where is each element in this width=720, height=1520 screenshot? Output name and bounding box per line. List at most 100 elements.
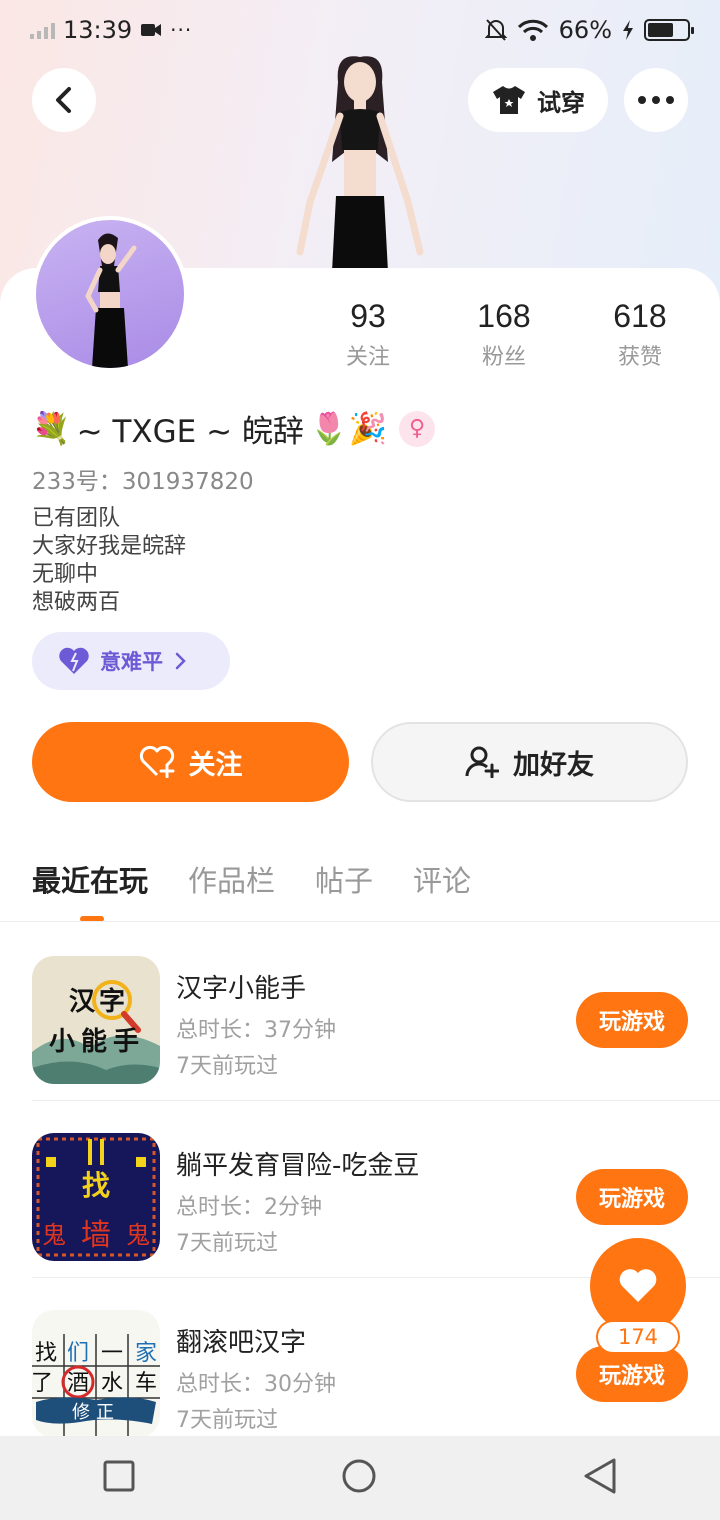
icon-text: 们 <box>67 1341 89 1366</box>
icon-text: 能 <box>81 1026 107 1057</box>
icon-text: 字 <box>99 986 125 1017</box>
status-time: 13:39 <box>63 16 133 44</box>
name-emoji: 🌷🎉 <box>309 411 388 447</box>
charging-icon <box>623 20 633 40</box>
tshirt-icon <box>493 86 525 114</box>
game-list-item[interactable]: 汉 字 小 能 手 汉字小能手 总时长：37分钟 7天前玩过 玩游戏 <box>32 924 720 1101</box>
icon-text: 修正 <box>72 1402 120 1423</box>
video-icon <box>141 24 162 36</box>
avatar[interactable] <box>32 216 188 372</box>
status-more-icon: ··· <box>170 18 193 42</box>
female-gender-icon: ♀ <box>399 410 436 447</box>
icon-text: 墙 <box>81 1218 111 1253</box>
stat-label: 关注 <box>345 345 390 370</box>
team-label: 意难平 <box>100 650 163 674</box>
game-icon-lying-flat: 找 鬼 墙 鬼 <box>32 1133 160 1261</box>
chevron-left-icon <box>56 87 71 113</box>
home-button[interactable] <box>341 1458 377 1498</box>
icon-text: 找 <box>82 1169 110 1202</box>
square-icon <box>103 1460 135 1492</box>
status-bar: 13:39 ··· 66% <box>0 0 720 60</box>
bio-line: 想破两百 <box>32 590 121 615</box>
follow-label: 关注 <box>188 749 243 781</box>
profile-tabs: 最近在玩 作品栏 帖子 评论 <box>32 858 471 900</box>
icon-text: 鬼 <box>42 1221 66 1249</box>
try-on-button[interactable]: 试穿 <box>468 68 608 132</box>
heart-icon <box>59 647 89 674</box>
icon-text: 小 <box>49 1027 75 1057</box>
bouquet-emoji: 💐 <box>32 411 71 447</box>
icon-text: 鬼 <box>126 1221 150 1249</box>
stat-likes[interactable]: 618 获赞 <box>572 298 708 371</box>
icon-text: 车 <box>135 1371 157 1396</box>
follow-button[interactable]: 关注 <box>32 722 349 802</box>
stat-value: 618 <box>613 298 667 334</box>
heart-plus-icon <box>139 746 174 778</box>
bio-line: 已有团队 <box>32 506 121 531</box>
system-nav-bar <box>0 1436 720 1520</box>
heart-icon <box>619 1269 657 1302</box>
team-chip[interactable]: 意难平 <box>32 632 230 690</box>
game-duration: 总时长：30分钟 <box>176 1372 336 1397</box>
icon-text: 汉 <box>69 987 96 1017</box>
chevron-right-icon <box>175 652 186 670</box>
battery-percent: 66% <box>558 16 612 44</box>
tab-posts[interactable]: 帖子 <box>315 858 373 900</box>
stat-label: 获赞 <box>617 345 662 370</box>
game-icon-hanzi-master: 汉 字 小 能 手 <box>32 956 160 1084</box>
icon-text: 一 <box>101 1341 123 1366</box>
circle-icon <box>342 1459 376 1493</box>
tab-comments[interactable]: 评论 <box>413 858 471 900</box>
tab-recently-played[interactable]: 最近在玩 <box>32 858 148 900</box>
username-row: 💐 ~ TXGE ~ 皖辞 🌷🎉 ♀ <box>32 406 436 451</box>
game-last-played: 7天前玩过 <box>176 1054 278 1079</box>
tab-works[interactable]: 作品栏 <box>188 858 275 900</box>
username: ~ TXGE ~ 皖辞 <box>76 414 304 450</box>
profile-stats: 93 关注 168 粉丝 618 获赞 <box>300 298 720 371</box>
icon-text: 找 <box>35 1341 57 1366</box>
add-friend-label: 加好友 <box>513 749 594 781</box>
more-dots-icon <box>638 96 674 104</box>
tabs-divider <box>0 921 720 922</box>
avatar-figure <box>85 233 137 368</box>
game-duration: 总时长：37分钟 <box>176 1018 336 1043</box>
like-count: 174 <box>596 1320 680 1354</box>
play-game-button[interactable]: 玩游戏 <box>576 1346 688 1402</box>
add-friend-button[interactable]: 加好友 <box>371 722 688 802</box>
game-last-played: 7天前玩过 <box>176 1408 278 1433</box>
play-game-button[interactable]: 玩游戏 <box>576 1169 688 1225</box>
icon-text: 水 <box>101 1371 123 1396</box>
bio-line: 无聊中 <box>32 562 99 587</box>
play-game-button[interactable]: 玩游戏 <box>576 992 688 1048</box>
icon-text: 手 <box>113 1027 139 1057</box>
game-last-played: 7天前玩过 <box>176 1231 278 1256</box>
character-figure <box>296 56 424 272</box>
stat-label: 粉丝 <box>481 345 526 370</box>
icon-text: 家 <box>135 1341 157 1366</box>
stat-following[interactable]: 93 关注 <box>300 298 436 371</box>
stat-followers[interactable]: 168 粉丝 <box>436 298 572 371</box>
game-title: 躺平发育冒险-吃金豆 <box>176 1151 420 1181</box>
mute-bell-icon <box>484 19 507 41</box>
icon-text: 了 <box>32 1371 53 1396</box>
bio-line: 大家好我是皖辞 <box>32 534 187 559</box>
battery-icon <box>644 19 694 41</box>
signal-icon <box>30 21 55 39</box>
user-id: 233号：301937820 <box>32 469 254 495</box>
game-icon-roll-hanzi: 找 们 一 家 了 酒 水 车 修正 <box>32 1310 160 1438</box>
back-nav-button[interactable] <box>583 1457 617 1499</box>
wifi-icon <box>517 19 548 41</box>
back-button[interactable] <box>32 68 96 132</box>
recent-apps-button[interactable] <box>103 1460 135 1496</box>
add-user-icon <box>465 746 499 778</box>
bio: 已有团队 大家好我是皖辞 无聊中 想破两百 <box>32 505 186 617</box>
try-on-label: 试穿 <box>537 88 585 117</box>
more-options-button[interactable] <box>624 68 688 132</box>
stat-value: 168 <box>477 298 531 334</box>
stat-value: 93 <box>350 298 386 334</box>
game-title: 汉字小能手 <box>176 974 307 1004</box>
icon-text: 酒 <box>67 1371 89 1396</box>
game-duration: 总时长：2分钟 <box>176 1195 322 1220</box>
triangle-back-icon <box>584 1458 616 1494</box>
game-title: 翻滚吧汉字 <box>176 1328 307 1358</box>
